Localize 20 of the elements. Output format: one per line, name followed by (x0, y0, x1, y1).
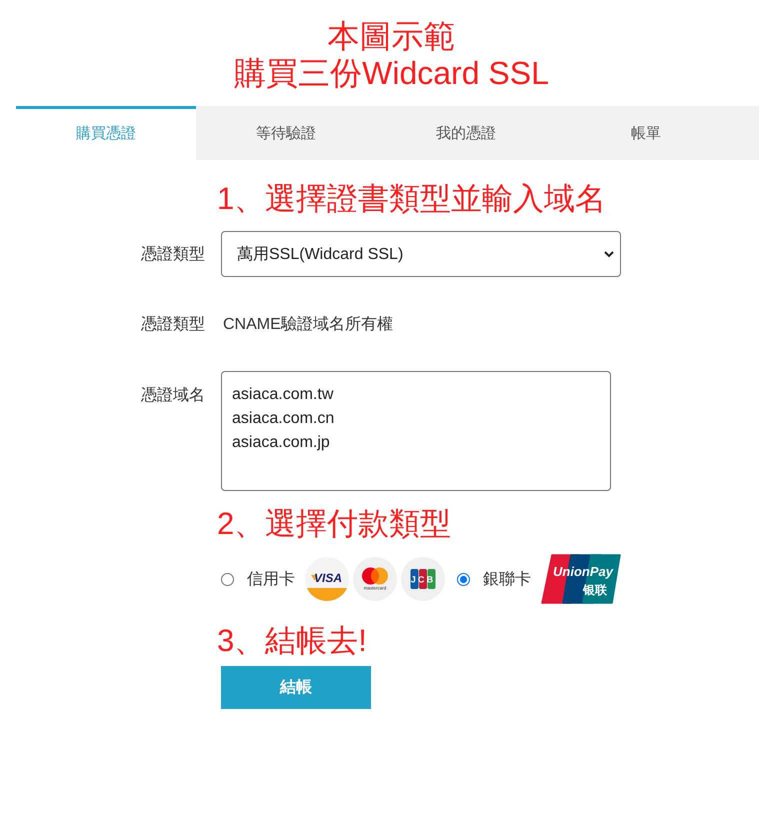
step-heading: 3、結帳去! (217, 622, 368, 660)
field-value: CNAME驗證域名所有權 (223, 314, 393, 334)
tab[interactable]: 等待驗證 (196, 106, 376, 160)
field-label: 憑證類型 (141, 314, 205, 334)
step-heading: 2、選擇付款類型 (217, 505, 452, 543)
radio-label: 銀聯卡 (483, 570, 531, 590)
domain-textarea[interactable]: asiaca.com.tw asiaca.com.cn asiaca.com.jp (221, 371, 611, 491)
tab[interactable]: 帳單 (556, 106, 736, 160)
step-heading: 1、選擇證書類型並輸入域名 (217, 180, 608, 218)
radio-label: 信用卡 (247, 570, 295, 590)
select-field[interactable]: 萬用SSL(Widcard SSL) (221, 231, 621, 277)
annotation-title: 本圖示範 (326, 18, 456, 55)
annotation-title: 購買三份Widcard SSL (233, 55, 550, 92)
field-label: 憑證類型 (141, 244, 205, 264)
tab[interactable]: 我的憑證 (376, 106, 556, 160)
field-label: 憑證域名 (141, 387, 205, 404)
chevron-down-icon (604, 250, 614, 258)
radio-button[interactable] (221, 572, 234, 586)
visa-logo: VISA (305, 557, 349, 601)
radio-button[interactable] (457, 572, 470, 586)
